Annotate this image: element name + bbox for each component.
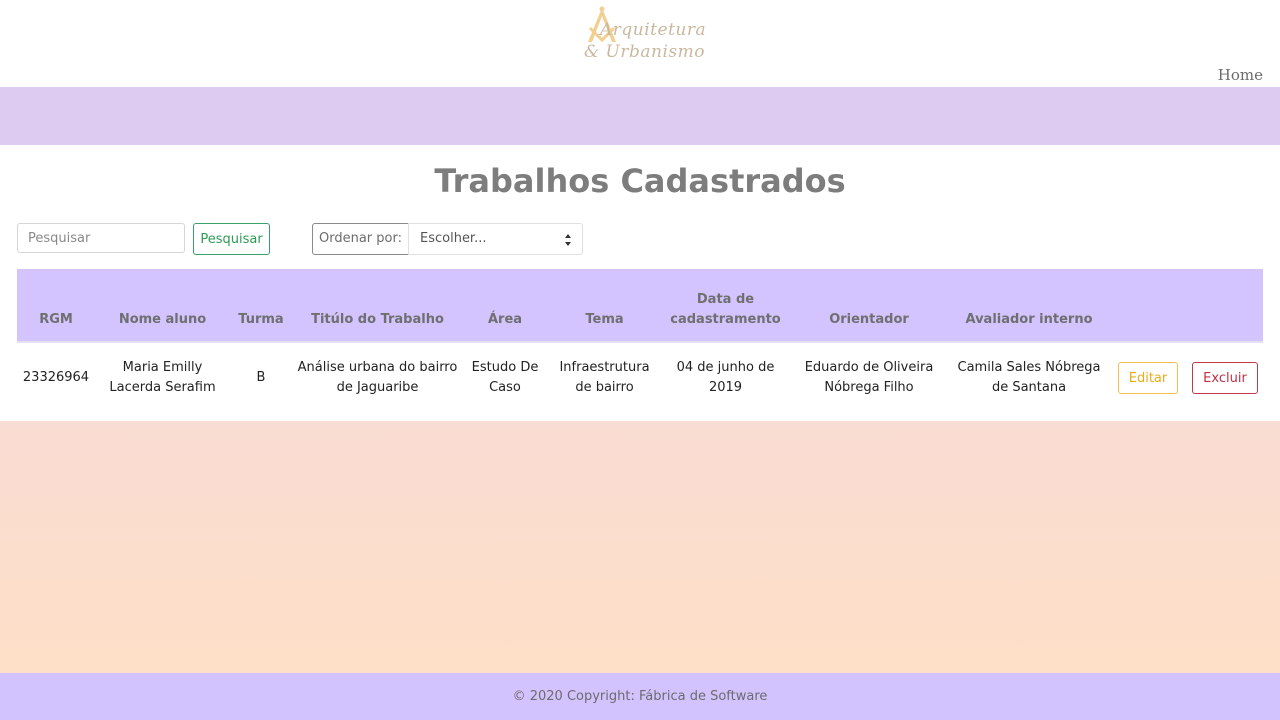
column-header: Data de cadastramento — [662, 269, 789, 343]
background-gradient-section — [0, 421, 1280, 673]
works-table: RGM Nome aluno Turma Titúlo do Trabalho … — [17, 269, 1263, 413]
banner — [0, 87, 1280, 145]
search-button[interactable]: Pesquisar — [193, 223, 270, 255]
column-header: Nome aluno — [95, 269, 230, 343]
select-arrows-icon — [565, 234, 571, 246]
order-by-selected-value: Escolher... — [420, 231, 487, 246]
column-header: Avaliador interno — [949, 269, 1109, 343]
cell-data: 04 de junho de 2019 — [676, 360, 775, 395]
column-header: Tema — [547, 269, 662, 343]
column-header: Área — [463, 269, 547, 343]
cell-orientador: Eduardo de Oliveira Nóbrega Filho — [804, 360, 934, 395]
works-table-container: RGM Nome aluno Turma Titúlo do Trabalho … — [17, 269, 1263, 413]
table-row: 23326964 Maria Emilly Lacerda Serafim B … — [17, 342, 1263, 413]
cell-nome: Maria Emilly Lacerda Serafim — [109, 360, 216, 395]
column-header: Turma — [230, 269, 292, 343]
column-header: Titúlo do Trabalho — [292, 269, 463, 343]
nav-home-link[interactable]: Home — [1218, 66, 1263, 84]
order-by-select[interactable]: Escolher... — [408, 223, 583, 255]
cell-turma: B — [256, 370, 266, 385]
site-logo[interactable]: Arquitetura & Urbanismo — [580, 4, 707, 66]
cell-tema: Infraestrutura de bairro — [559, 360, 650, 395]
edit-button[interactable]: Editar — [1117, 362, 1179, 394]
cell-edit: Editar — [1109, 342, 1187, 413]
page-title: Trabalhos Cadastrados — [434, 162, 846, 200]
logo-text-line2: & Urbanismo — [584, 42, 705, 62]
header: Arquitetura & Urbanismo Home — [0, 0, 1280, 87]
cell-area: Estudo De Caso — [471, 360, 539, 395]
footer-copyright: © 2020 Copyright: Fábrica de Software — [512, 689, 768, 704]
search-input[interactable] — [17, 223, 185, 253]
order-by-label: Ordenar por: — [312, 223, 409, 255]
cell-rgm: 23326964 — [22, 370, 90, 385]
cell-titulo: Análise urbana do bairro de Jaguaribe — [297, 360, 458, 395]
logo-text-line1: Arquitetura — [600, 20, 707, 40]
table-header-row: RGM Nome aluno Turma Titúlo do Trabalho … — [17, 269, 1263, 343]
column-header: Orientador — [789, 269, 949, 343]
column-header-empty — [1187, 269, 1263, 343]
column-header: RGM — [17, 269, 95, 343]
cell-delete: Excluir — [1187, 342, 1263, 413]
delete-button[interactable]: Excluir — [1192, 362, 1258, 394]
column-header-empty — [1109, 269, 1187, 343]
cell-avaliador: Camila Sales Nóbrega de Santana — [957, 360, 1101, 395]
footer: © 2020 Copyright: Fábrica de Software — [0, 673, 1280, 720]
